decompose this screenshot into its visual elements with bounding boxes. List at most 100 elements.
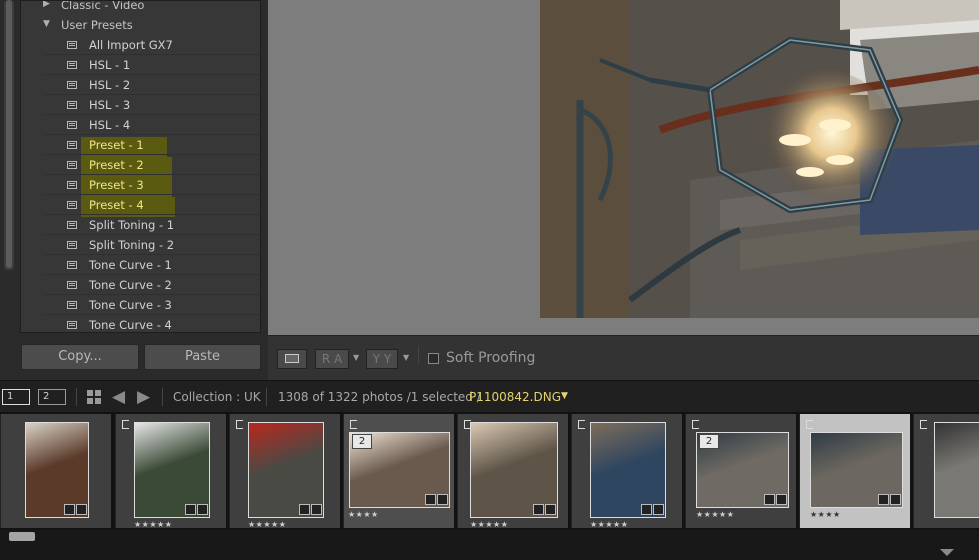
filename-label[interactable]: P1100842.DNG [469, 390, 561, 404]
pick-flag-icon[interactable] [692, 420, 699, 429]
crop-badge-icon [764, 494, 775, 505]
crop-badge-icon [425, 494, 436, 505]
folder-classic-video[interactable]: ▶ Classic - Video [21, 0, 260, 15]
star-rating[interactable]: ★★★★ [348, 510, 379, 519]
toolbar-separator [418, 346, 419, 364]
back-arrow-icon[interactable]: ◀ [112, 387, 125, 407]
filmstrip-scroll-thumb[interactable] [9, 532, 35, 541]
preset-icon [67, 81, 77, 89]
star-rating[interactable]: ★★★★★ [470, 520, 508, 529]
filmstrip-thumbnail[interactable]: 2 ★★★★ [343, 414, 454, 528]
loupe-toolbar: R A ▼ Y Y ▼ Soft Proofing [268, 335, 979, 380]
pick-flag-icon[interactable] [578, 420, 585, 429]
secondary-window-button[interactable]: 2 [38, 389, 66, 405]
forward-arrow-icon[interactable]: ▶ [137, 387, 150, 407]
preset-item[interactable]: HSL - 1 [45, 55, 260, 75]
preset-label: HSL - 2 [89, 78, 131, 92]
filmstrip-thumbnail[interactable]: ★★★★★ [457, 414, 568, 529]
copy-paste-bar: Copy... Paste [0, 335, 268, 380]
thumbnail-badges [640, 504, 664, 515]
star-rating[interactable]: ★★★★★ [590, 520, 628, 529]
compare-view-button[interactable]: R A [315, 349, 349, 369]
star-rating[interactable]: ★★★★★ [248, 520, 286, 529]
filmstrip-thumbnail[interactable]: ★★★★★ [571, 414, 682, 529]
star-rating[interactable]: ★★★★★ [696, 510, 734, 519]
preset-icon [67, 161, 77, 169]
preset-item[interactable]: Split Toning - 2 [45, 235, 260, 255]
preset-label: Preset - 4 [89, 198, 144, 212]
preset-label: Preset - 1 [89, 138, 144, 152]
primary-window-button[interactable]: 1 [2, 389, 30, 405]
preset-item[interactable]: Preset - 3 [45, 175, 260, 195]
filmstrip-thumbnail[interactable]: 2 ★★★★★ [685, 414, 796, 528]
preset-item[interactable]: Tone Curve - 3 [45, 295, 260, 315]
pick-flag-icon[interactable] [236, 420, 243, 429]
preset-icon [67, 201, 77, 209]
develop-badge-icon [437, 494, 448, 505]
preset-item[interactable]: HSL - 3 [45, 95, 260, 115]
collapsed-triangle-icon[interactable]: ▶ [43, 1, 50, 9]
filename-caret-icon[interactable]: ▼ [561, 391, 568, 401]
folder-user-presets[interactable]: ▼ User Presets [21, 15, 260, 35]
crop-badge-icon [185, 504, 196, 515]
filmstrip-thumbnail[interactable]: ★★★★★ [229, 414, 340, 529]
preset-item[interactable]: Preset - 2 [45, 155, 260, 175]
loupe-view-button[interactable] [277, 349, 307, 369]
filmstrip-thumbnail[interactable]: ★★★★★ [115, 414, 226, 529]
preset-icon [67, 181, 77, 189]
pick-flag-icon[interactable] [806, 420, 813, 429]
crop-badge-icon [299, 504, 310, 515]
preset-label: Preset - 3 [89, 178, 144, 192]
star-rating[interactable]: ★★★★★ [134, 520, 172, 529]
thumbnail-image [934, 422, 979, 518]
expanded-triangle-icon[interactable]: ▼ [43, 19, 50, 29]
folder-label: Classic - Video [61, 0, 145, 12]
preset-item[interactable]: All Import GX7 [45, 35, 260, 55]
preset-label: HSL - 3 [89, 98, 131, 112]
lightroom-window: ▶ Classic - Video ▼ User Presets All Imp… [0, 0, 979, 560]
preset-icon [67, 241, 77, 249]
grid-view-icon[interactable] [87, 390, 101, 404]
preset-label: All Import GX7 [89, 38, 173, 52]
develop-badge-icon [776, 494, 787, 505]
preset-label: Preset - 2 [89, 158, 144, 172]
preset-item[interactable]: HSL - 2 [45, 75, 260, 95]
panel-toggle-icon[interactable] [940, 549, 954, 556]
preset-item[interactable]: Preset - 4 [45, 195, 260, 215]
pick-flag-icon[interactable] [350, 420, 357, 429]
preset-item[interactable]: Split Toning - 1 [45, 215, 260, 235]
compare-caret-icon[interactable]: ▼ [353, 353, 359, 362]
thumbnail-badges [532, 504, 556, 515]
preset-item[interactable]: HSL - 4 [45, 115, 260, 135]
soft-proofing-checkbox[interactable] [428, 353, 439, 364]
develop-badge-icon [197, 504, 208, 515]
preset-label: Tone Curve - 1 [89, 258, 172, 272]
filmstrip-thumbnail[interactable] [913, 414, 979, 528]
nav-separator [266, 388, 267, 406]
presets-scrollbar-thumb[interactable] [6, 0, 12, 268]
pick-flag-icon[interactable] [920, 420, 927, 429]
preset-item[interactable]: Tone Curve - 1 [45, 255, 260, 275]
preset-item[interactable]: Tone Curve - 2 [45, 275, 260, 295]
survey-view-button[interactable]: Y Y [366, 349, 398, 369]
soft-proofing-label: Soft Proofing [446, 350, 536, 366]
preset-item[interactable]: Tone Curve - 4 [45, 315, 260, 332]
crop-badge-icon [641, 504, 652, 515]
survey-caret-icon[interactable]: ▼ [403, 353, 409, 362]
stack-count-badge[interactable]: 2 [699, 434, 719, 449]
filmstrip-scrollbar[interactable] [0, 530, 979, 560]
star-rating[interactable]: ★★★★ [810, 510, 841, 519]
preset-label: Split Toning - 1 [89, 218, 175, 232]
filmstrip-thumbnail[interactable] [0, 414, 111, 528]
pick-flag-icon[interactable] [122, 420, 129, 429]
paste-button[interactable]: Paste [144, 344, 261, 370]
preset-item[interactable]: Preset - 1 [45, 135, 260, 155]
thumbnail-badges [184, 504, 208, 515]
thumbnail-badges [63, 504, 87, 515]
preset-label: Tone Curve - 3 [89, 298, 172, 312]
stack-count-badge[interactable]: 2 [352, 434, 372, 449]
pick-flag-icon[interactable] [464, 420, 471, 429]
copy-button[interactable]: Copy... [21, 344, 139, 370]
loupe-view[interactable] [268, 0, 979, 335]
filmstrip-thumbnail[interactable]: ★★★★ [799, 414, 910, 528]
